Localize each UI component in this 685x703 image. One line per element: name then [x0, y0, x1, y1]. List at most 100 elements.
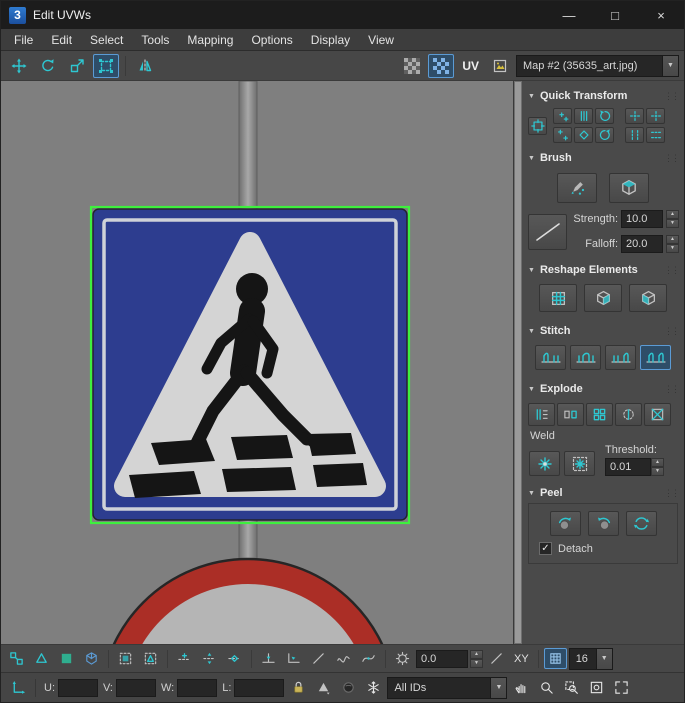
- section-grip-handle[interactable]: ⋮⋮: [664, 153, 680, 164]
- panel-scrollbar-thumb[interactable]: [514, 81, 522, 644]
- break-by-edge-button[interactable]: [528, 403, 555, 426]
- uv-editor-viewport[interactable]: [1, 81, 513, 644]
- move-brush-button[interactable]: [557, 173, 597, 203]
- align-horizontal-button[interactable]: [553, 108, 572, 124]
- zoom-extents-button[interactable]: [585, 677, 607, 698]
- pan-button[interactable]: [510, 677, 532, 698]
- lock-selection-button[interactable]: [287, 677, 309, 698]
- relax-button[interactable]: [629, 284, 667, 312]
- show-map-toggle-button[interactable]: [428, 53, 455, 78]
- spinner-up-icon[interactable]: ▲: [666, 235, 679, 244]
- rotate-tool-button[interactable]: [35, 54, 61, 78]
- v-coordinate-field[interactable]: [116, 678, 156, 697]
- zoom-to-selection-button[interactable]: [610, 677, 632, 698]
- section-grip-handle[interactable]: ⋮⋮: [664, 326, 680, 337]
- curve-edit-button[interactable]: [332, 648, 355, 669]
- threshold-field[interactable]: 0.01: [605, 458, 651, 476]
- texture-display-button[interactable]: [487, 54, 513, 78]
- transform-typein-button[interactable]: [7, 677, 29, 698]
- edge-mode-button[interactable]: [55, 648, 78, 669]
- select-ring-button[interactable]: [223, 648, 246, 669]
- select-by-element-button[interactable]: [114, 648, 137, 669]
- peel-mode-button[interactable]: [587, 511, 619, 536]
- align-to-corner-button[interactable]: [282, 648, 305, 669]
- brush-falloff-curve-button[interactable]: [528, 213, 568, 250]
- spinner-up-icon[interactable]: ▲: [666, 210, 679, 219]
- relax-brush-button[interactable]: [609, 173, 649, 203]
- strength-spinner[interactable]: ▲ ▼: [666, 210, 679, 228]
- zoom-region-button[interactable]: [560, 677, 582, 698]
- close-button[interactable]: ×: [638, 1, 684, 29]
- title-bar[interactable]: 3 Edit UVWs — □ ×: [1, 1, 684, 29]
- section-grip-handle[interactable]: ⋮⋮: [664, 384, 680, 395]
- detach-checkbox[interactable]: ✓: [539, 542, 552, 555]
- stitch-custom-button[interactable]: [535, 345, 566, 370]
- menu-view[interactable]: View: [359, 31, 403, 49]
- falloff-spinner[interactable]: ▲ ▼: [666, 235, 679, 253]
- panel-scrollbar[interactable]: [513, 81, 522, 644]
- menu-edit[interactable]: Edit: [42, 31, 81, 49]
- edge-straighten-button[interactable]: [307, 648, 330, 669]
- face-mode-button[interactable]: [80, 648, 103, 669]
- explode-by-material-button[interactable]: [644, 403, 671, 426]
- align-vertical-button[interactable]: [574, 108, 593, 124]
- hide-selected-button[interactable]: [337, 677, 359, 698]
- move-tool-button[interactable]: [6, 54, 32, 78]
- align-to-edge-button[interactable]: [553, 127, 572, 143]
- rotate-angle-spinner[interactable]: ▲ ▼: [470, 649, 483, 668]
- section-grip-handle[interactable]: ⋮⋮: [664, 91, 680, 102]
- minimize-button[interactable]: —: [546, 1, 592, 29]
- distribute-horizontal-button[interactable]: [625, 127, 644, 143]
- section-header-explode[interactable]: ▼ Explode ⋮⋮: [528, 383, 680, 395]
- explode-by-smoothing-button[interactable]: [615, 403, 642, 426]
- axis-space-label[interactable]: XY: [510, 653, 533, 665]
- quick-transform-main-button[interactable]: [528, 116, 547, 135]
- spinner-down-icon[interactable]: ▼: [666, 219, 679, 228]
- freeform-tool-button[interactable]: [93, 53, 119, 78]
- menu-mapping[interactable]: Mapping: [178, 31, 242, 49]
- uv-editor-canvas[interactable]: [1, 81, 513, 644]
- u-coordinate-field[interactable]: [58, 678, 98, 697]
- pelt-dialog-button[interactable]: [625, 511, 657, 536]
- scale-tool-button[interactable]: [64, 54, 90, 78]
- mirror-tool-button[interactable]: [132, 54, 158, 78]
- spinner-up-icon[interactable]: ▲: [651, 458, 664, 467]
- relax-until-flat-button[interactable]: [584, 284, 622, 312]
- spinner-down-icon[interactable]: ▼: [666, 244, 679, 253]
- edge-angle-button[interactable]: [485, 648, 508, 669]
- section-header-peel[interactable]: ▼ Peel ⋮⋮: [528, 487, 680, 499]
- menu-select[interactable]: Select: [81, 31, 132, 49]
- explode-by-face-button[interactable]: [586, 403, 613, 426]
- filter-faces-button[interactable]: [312, 677, 334, 698]
- break-by-element-button[interactable]: [557, 403, 584, 426]
- weld-selected-button[interactable]: [529, 451, 560, 476]
- spinner-down-icon[interactable]: ▼: [470, 658, 483, 668]
- section-grip-handle[interactable]: ⋮⋮: [664, 488, 680, 499]
- select-loop-button[interactable]: [198, 648, 221, 669]
- falloff-field[interactable]: 20.0: [621, 235, 663, 253]
- vertex-mode-button[interactable]: [30, 648, 53, 669]
- section-header-quick-transform[interactable]: ▼ Quick Transform ⋮⋮: [528, 90, 680, 102]
- freeze-selected-button[interactable]: [362, 677, 384, 698]
- quick-peel-button[interactable]: [549, 511, 581, 536]
- menu-tools[interactable]: Tools: [132, 31, 178, 49]
- section-grip-handle[interactable]: ⋮⋮: [664, 265, 680, 276]
- rotate-cw-button[interactable]: [595, 127, 614, 143]
- straighten-selection-button[interactable]: [539, 284, 577, 312]
- space-vertical-button[interactable]: [646, 108, 665, 124]
- grid-snap-button[interactable]: [543, 648, 567, 669]
- menu-display[interactable]: Display: [302, 31, 359, 49]
- zoom-button[interactable]: [535, 677, 557, 698]
- soft-selection-button[interactable]: [5, 648, 28, 669]
- rotate-gear-button[interactable]: [391, 648, 414, 669]
- space-horizontal-button[interactable]: [625, 108, 644, 124]
- spinner-down-icon[interactable]: ▼: [651, 467, 664, 476]
- grid-size-dropdown[interactable]: 16 ▼: [568, 647, 613, 670]
- stitch-source-button[interactable]: [570, 345, 601, 370]
- strength-field[interactable]: 10.0: [621, 210, 663, 228]
- grow-selection-button[interactable]: [173, 648, 196, 669]
- section-header-reshape[interactable]: ▼ Reshape Elements ⋮⋮: [528, 264, 680, 276]
- menu-file[interactable]: File: [5, 31, 42, 49]
- material-id-filter-dropdown[interactable]: All IDs ▼: [387, 676, 508, 699]
- spline-edit-button[interactable]: [357, 648, 380, 669]
